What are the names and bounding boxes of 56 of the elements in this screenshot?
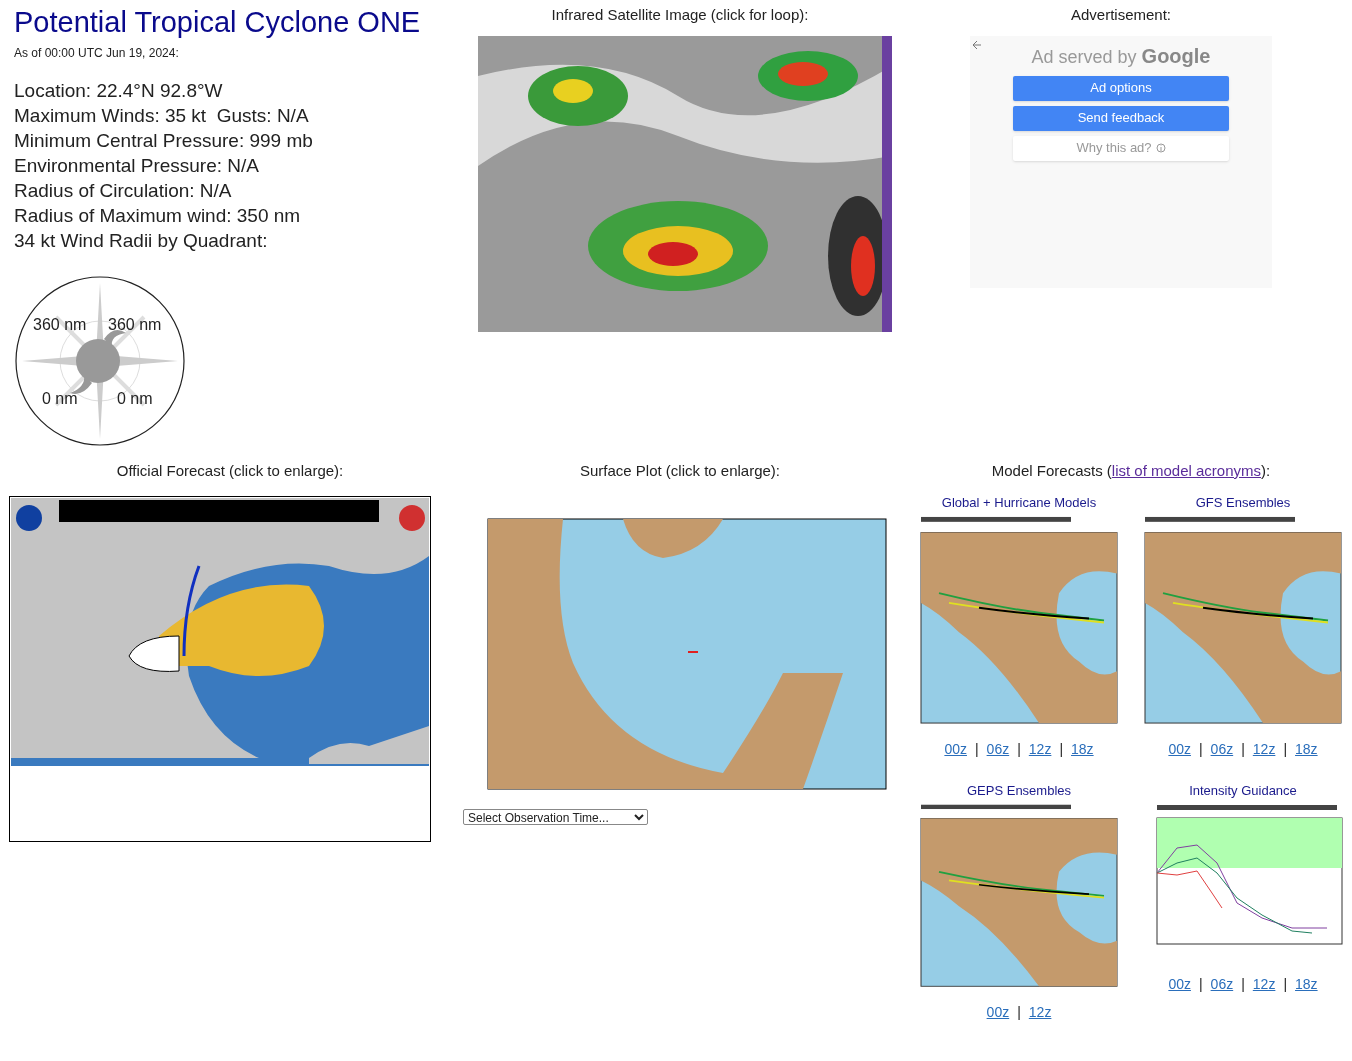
link-separator: | [1283, 975, 1288, 994]
section-heading: Surface Plot (click to enlarge): [579, 461, 781, 481]
section-heading: Model Forecasts ( [991, 461, 1112, 481]
run-link[interactable]: 12z [1252, 739, 1276, 760]
wind-radius: 0 nm [42, 389, 78, 409]
link-separator: | [1017, 740, 1021, 759]
run-link[interactable]: 12z [1252, 974, 1276, 995]
ad-button[interactable]: Why this ad? [1013, 135, 1229, 161]
link-separator: | [1283, 740, 1288, 759]
ad-button[interactable]: Ad options [1013, 75, 1229, 101]
ad-attribution: Ad served by [1031, 45, 1137, 69]
wind-radius: 360 nm [33, 315, 87, 335]
section-heading: Official Forecast (click to enlarge): [116, 461, 344, 481]
link-separator: | [974, 740, 979, 759]
back-arrow-icon[interactable] [972, 39, 982, 50]
panel-title: Intensity Guidance [1189, 781, 1297, 800]
storm-detail: Location: 22.4°N 92.8°W [14, 79, 223, 103]
run-link[interactable]: 18z [1071, 739, 1094, 760]
storm-detail: Minimum Central Pressure: 999 mb [14, 129, 313, 153]
storm-detail: Environmental Pressure: N/A [14, 154, 259, 178]
storm-detail: 34 kt Wind Radii by Quadrant: [14, 229, 268, 253]
run-link[interactable]: 18z [1295, 739, 1318, 760]
run-link[interactable]: 06z [1210, 739, 1234, 760]
run-link[interactable]: 00z [1168, 974, 1191, 995]
panel-title: GFS Ensembles [1195, 493, 1291, 512]
timestamp: As of 00:00 UTC Jun 19, 2024: [14, 45, 179, 62]
run-link[interactable]: 12z [1028, 739, 1052, 760]
run-link[interactable]: 12z [1028, 1002, 1052, 1023]
link-separator: | [1198, 975, 1203, 994]
brand-name: Google [1141, 43, 1211, 69]
link-separator: | [1059, 740, 1064, 759]
run-link[interactable]: 18z [1295, 974, 1318, 995]
ad-button[interactable]: Send feedback [1013, 105, 1229, 131]
run-link[interactable]: 06z [986, 739, 1010, 760]
link-separator: | [1241, 740, 1245, 759]
link-separator: | [1241, 975, 1245, 994]
section-heading: Advertisement: [1070, 5, 1171, 25]
run-link[interactable]: 06z [1210, 974, 1234, 995]
panel-title: GEPS Ensembles [966, 781, 1071, 800]
run-link[interactable]: 00z [986, 1002, 1010, 1023]
panel-title: Global + Hurricane Models [941, 493, 1097, 512]
acronyms-link[interactable]: list of model acronyms [1111, 460, 1262, 483]
storm-detail: Maximum Winds: 35 kt Gusts: N/A [14, 104, 309, 128]
storm-detail: Radius of Circulation: N/A [14, 179, 232, 203]
link-separator: | [1198, 740, 1203, 759]
storm-detail: Radius of Maximum wind: 350 nm [14, 204, 301, 228]
heading-punctuation: ): [1261, 461, 1271, 481]
wind-radius: 360 nm [108, 315, 162, 335]
page-title: Potential Tropical Cyclone ONE [14, 5, 421, 40]
observation-time-select[interactable]: Select Observation Time... [463, 808, 648, 825]
section-heading[interactable]: Infrared Satellite Image (click for loop): [551, 4, 809, 27]
run-link[interactable]: 00z [1168, 739, 1191, 760]
wind-radius: 0 nm [117, 389, 153, 409]
info-icon [1155, 143, 1166, 153]
run-link[interactable]: 00z [944, 739, 967, 760]
link-separator: | [1017, 1003, 1021, 1022]
